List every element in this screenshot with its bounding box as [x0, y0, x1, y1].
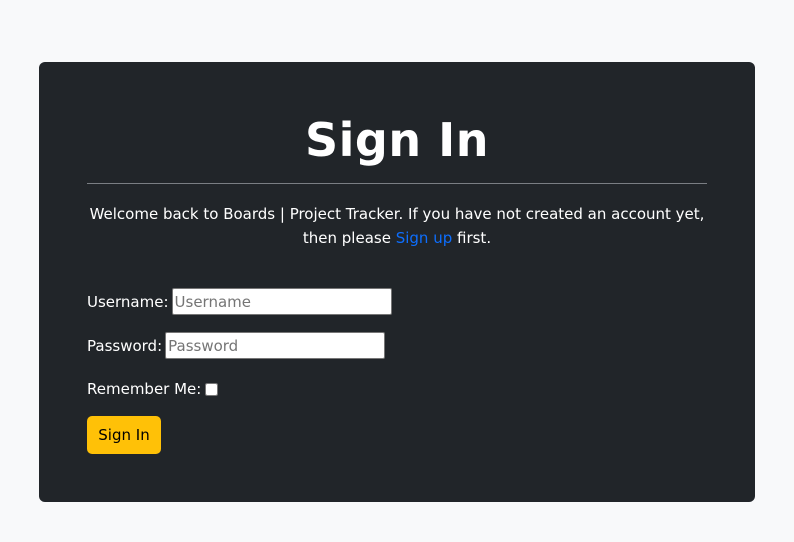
remember-row: Remember Me:	[87, 380, 219, 398]
signup-link[interactable]: Sign up	[396, 229, 453, 247]
title-divider	[87, 183, 707, 184]
username-row: Username:	[87, 288, 392, 315]
password-row: Password:	[87, 332, 386, 359]
password-label: Password:	[87, 336, 163, 355]
remember-checkbox[interactable]	[205, 382, 219, 396]
welcome-message: Welcome back to Boards | Project Tracker…	[87, 202, 707, 250]
username-input[interactable]	[171, 288, 392, 315]
username-label: Username:	[87, 292, 169, 311]
page-title: Sign In	[305, 113, 489, 167]
password-input[interactable]	[165, 332, 386, 359]
remember-label: Remember Me:	[87, 380, 202, 398]
welcome-suffix: first.	[452, 229, 492, 247]
signin-button[interactable]: Sign In	[87, 416, 161, 454]
